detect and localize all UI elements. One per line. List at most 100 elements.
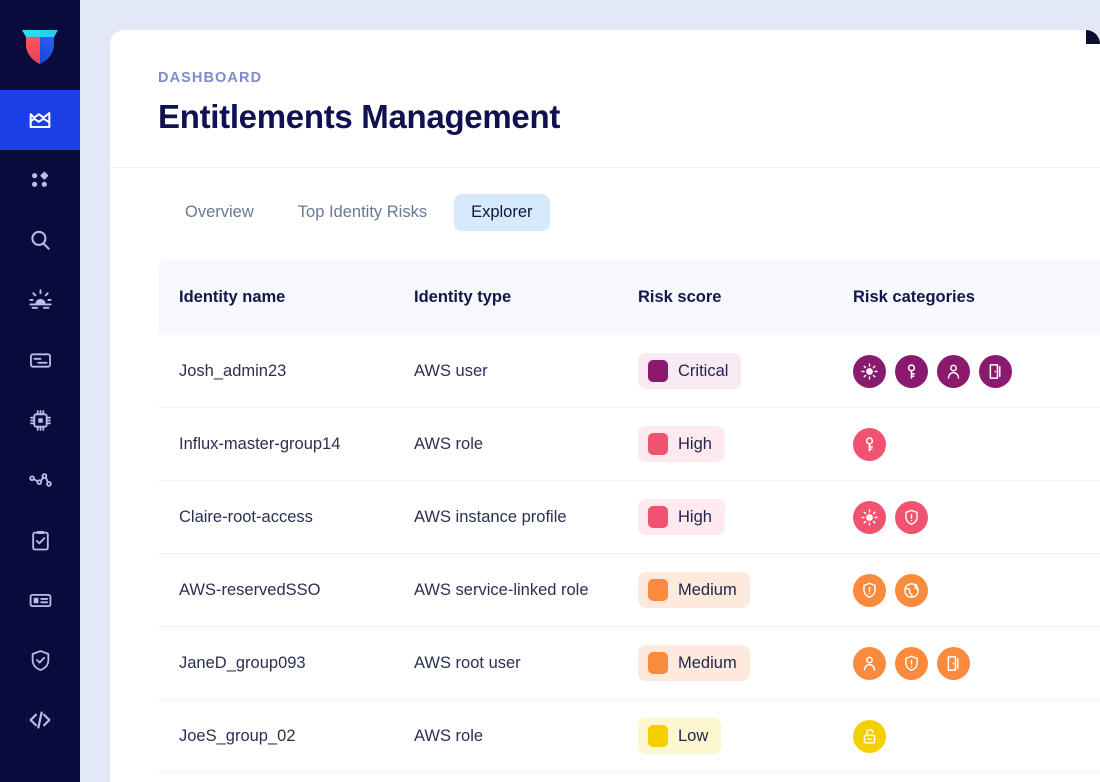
cell-identity-name: JoeS_group_02 bbox=[179, 726, 296, 745]
code-brackets-icon bbox=[29, 711, 51, 729]
table-row[interactable]: JoeS_group_02 AWS role Low bbox=[158, 700, 1100, 773]
tab-top-identity-risks[interactable]: Top Identity Risks bbox=[281, 194, 444, 231]
risk-color-swatch bbox=[648, 652, 668, 674]
sidebar-item-alerts[interactable] bbox=[0, 270, 80, 330]
sunrise-alert-icon bbox=[28, 288, 52, 309]
sidebar-item-inventory[interactable] bbox=[0, 150, 80, 210]
column-header-identity-type[interactable]: Identity type bbox=[414, 288, 638, 307]
shield-logo-icon bbox=[22, 30, 58, 64]
table-body: Josh_admin23 AWS user Critical Influx-maste… bbox=[158, 335, 1100, 773]
search-icon bbox=[31, 230, 50, 250]
tab-bar: Overview Top Identity Risks Explorer bbox=[110, 168, 1100, 231]
key-icon[interactable] bbox=[853, 427, 886, 461]
badge-card-icon bbox=[29, 593, 51, 607]
status-badge: Critical bbox=[638, 353, 742, 389]
breadcrumb: DASHBOARD bbox=[158, 70, 263, 86]
cell-risk-categories bbox=[853, 646, 1089, 680]
cell-risk-score: High bbox=[638, 499, 853, 535]
cell-risk-score: Low bbox=[638, 718, 853, 754]
chart-trend-icon bbox=[29, 112, 51, 128]
cell-risk-score: Critical bbox=[638, 353, 853, 389]
sidebar-item-identities[interactable] bbox=[0, 330, 80, 390]
cell-risk-score: Medium bbox=[638, 645, 853, 681]
person-icon[interactable] bbox=[853, 646, 886, 680]
status-badge: High bbox=[638, 426, 725, 462]
shield-alert-icon[interactable] bbox=[895, 646, 928, 680]
shield-alert-icon[interactable] bbox=[895, 500, 928, 534]
cell-risk-categories bbox=[853, 427, 1089, 461]
page-title: Entitlements Management bbox=[158, 98, 561, 135]
risk-score-label: Medium bbox=[678, 580, 737, 599]
cell-risk-score: Medium bbox=[638, 572, 853, 608]
app-root: DASHBOARD Entitlements Management Overvi… bbox=[0, 0, 1100, 782]
cell-identity-name: Influx-master-group14 bbox=[179, 434, 341, 453]
status-badge: High bbox=[638, 499, 725, 535]
risk-color-swatch bbox=[648, 725, 668, 747]
shield-alert-icon[interactable] bbox=[853, 573, 886, 607]
sidebar-item-compliance[interactable] bbox=[0, 510, 80, 570]
sidebar-item-developers[interactable] bbox=[0, 690, 80, 750]
tab-explorer[interactable]: Explorer bbox=[454, 194, 550, 231]
sidebar-item-search[interactable] bbox=[0, 210, 80, 270]
sidebar-item-dashboard[interactable] bbox=[0, 90, 80, 150]
table-header-row: Identity name Identity type Risk score R… bbox=[158, 259, 1100, 335]
table-row[interactable]: Josh_admin23 AWS user Critical bbox=[158, 335, 1100, 408]
company-shield-logo[interactable] bbox=[0, 0, 80, 90]
table-row[interactable]: Claire-root-access AWS instance profile Hi… bbox=[158, 481, 1100, 554]
cell-identity-type: AWS root user bbox=[414, 653, 521, 672]
cell-risk-score: High bbox=[638, 426, 853, 462]
cell-identity-type: AWS role bbox=[414, 726, 484, 745]
column-header-identity-name[interactable]: Identity name bbox=[158, 288, 414, 307]
sidebar-item-security[interactable] bbox=[0, 630, 80, 690]
cell-risk-categories bbox=[853, 573, 1089, 607]
network-graph-icon bbox=[28, 472, 52, 487]
cell-identity-name: Josh_admin23 bbox=[179, 361, 287, 380]
table-row[interactable]: JaneD_group093 AWS root user Medium bbox=[158, 627, 1100, 700]
key-icon[interactable] bbox=[895, 354, 928, 388]
sun-check-icon[interactable] bbox=[853, 500, 886, 534]
status-badge: Medium bbox=[638, 645, 750, 681]
page-header: DASHBOARD Entitlements Management bbox=[110, 30, 1100, 136]
risk-score-label: Low bbox=[678, 726, 709, 745]
globe-icon[interactable] bbox=[895, 573, 928, 607]
column-header-risk-categories[interactable]: Risk categories bbox=[853, 288, 1089, 307]
sidebar bbox=[0, 0, 80, 782]
corner-chip bbox=[1086, 30, 1100, 44]
sidebar-item-compute[interactable] bbox=[0, 390, 80, 450]
cell-risk-categories bbox=[853, 354, 1089, 388]
sidebar-item-reports[interactable] bbox=[0, 570, 80, 630]
tab-overview[interactable]: Overview bbox=[168, 194, 271, 231]
risk-score-label: High bbox=[678, 507, 712, 526]
sun-check-icon[interactable] bbox=[853, 354, 886, 388]
cell-identity-type: AWS service-linked role bbox=[414, 580, 589, 599]
risk-score-label: High bbox=[678, 434, 712, 453]
door-icon[interactable] bbox=[979, 354, 1012, 388]
cpu-chip-icon bbox=[29, 409, 51, 431]
person-icon[interactable] bbox=[937, 354, 970, 388]
risk-color-swatch bbox=[648, 433, 668, 455]
main-card: DASHBOARD Entitlements Management Overvi… bbox=[110, 30, 1100, 782]
shield-check-icon bbox=[31, 649, 49, 671]
column-header-risk-score[interactable]: Risk score bbox=[638, 288, 853, 307]
table-row[interactable]: AWS-reservedSSO AWS service-linked role Me… bbox=[158, 554, 1100, 627]
table-row[interactable]: Influx-master-group14 AWS role High bbox=[158, 408, 1100, 481]
entitlements-table: Identity name Identity type Risk score R… bbox=[158, 259, 1100, 773]
cell-identity-name: JaneD_group093 bbox=[179, 653, 306, 672]
status-badge: Medium bbox=[638, 572, 750, 608]
id-card-icon bbox=[29, 352, 51, 368]
cell-identity-type: AWS role bbox=[414, 434, 484, 453]
risk-color-swatch bbox=[648, 506, 668, 528]
sidebar-item-topology[interactable] bbox=[0, 450, 80, 510]
status-badge: Low bbox=[638, 718, 722, 754]
cell-risk-categories bbox=[853, 500, 1089, 534]
risk-score-label: Critical bbox=[678, 361, 729, 380]
cell-risk-categories bbox=[853, 719, 1089, 753]
cell-identity-type: AWS instance profile bbox=[414, 507, 567, 526]
door-icon[interactable] bbox=[937, 646, 970, 680]
risk-score-label: Medium bbox=[678, 653, 737, 672]
cell-identity-name: AWS-reservedSSO bbox=[179, 580, 321, 599]
cell-identity-name: Claire-root-access bbox=[179, 507, 313, 526]
risk-color-swatch bbox=[648, 360, 668, 382]
unlock-icon[interactable] bbox=[853, 719, 886, 753]
clipboard-check-icon bbox=[31, 530, 49, 550]
